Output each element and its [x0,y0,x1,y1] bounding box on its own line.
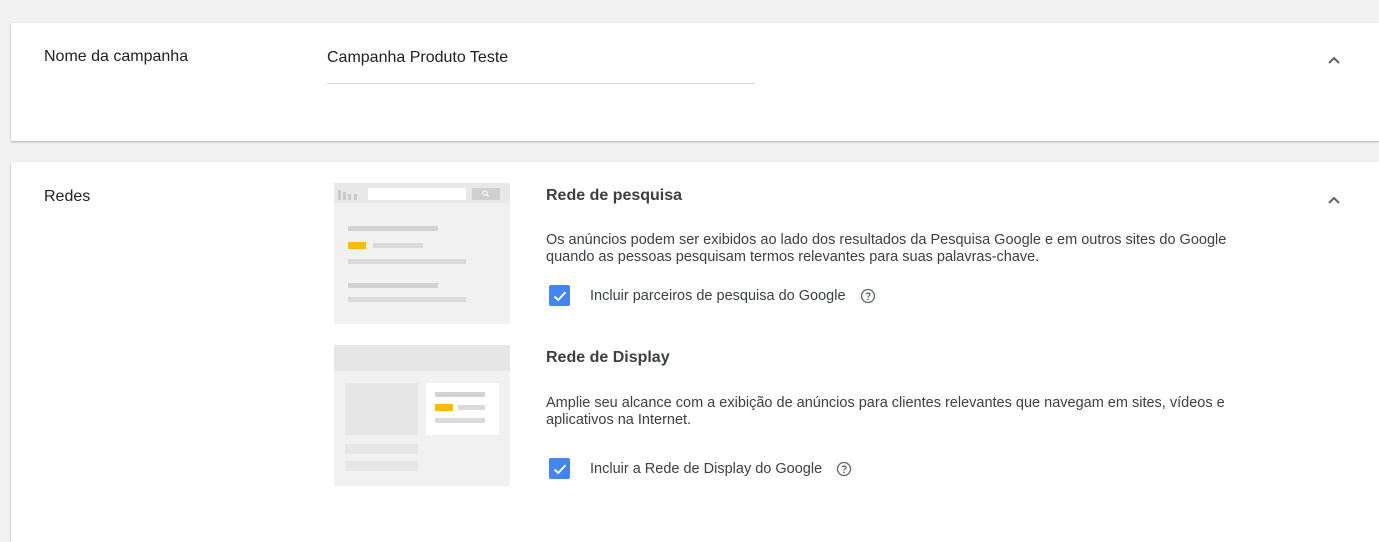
display-network-checkbox[interactable] [549,458,570,479]
networks-card: Redes Rede de pesquisa Os anúncios podem… [11,162,1379,542]
search-network-title: Rede de pesquisa [546,187,683,204]
campaign-name-label: Nome da campanha [44,48,189,65]
help-circle-icon[interactable] [836,461,852,477]
display-network-label: Incluir a Rede de Display do Google [590,460,823,477]
collapse-networks-button[interactable] [1324,190,1344,210]
chevron-up-icon [1328,56,1340,64]
search-network-description: Os anúncios podem ser exibidos ao lado d… [546,232,1227,265]
campaign-name-value: Campanha Produto Teste [327,49,509,66]
display-network-checkbox-row[interactable]: Incluir a Rede de Display do Google [549,458,852,479]
display-network-title: Rede de Display [546,349,670,366]
check-icon [553,291,566,301]
display-network-illustration [334,345,510,486]
search-partners-checkbox[interactable] [549,285,570,306]
search-network-illustration [334,183,510,324]
campaign-name-card: Nome da campanha Campanha Produto Teste [11,23,1379,141]
chevron-up-icon [1328,196,1340,204]
search-partners-checkbox-row[interactable]: Incluir parceiros de pesquisa do Google [549,285,876,306]
networks-label: Redes [44,188,91,205]
help-circle-icon[interactable] [860,288,876,304]
check-icon [553,464,566,474]
display-network-description: Amplie seu alcance com a exibição de anú… [546,395,1225,428]
collapse-campaign-name-button[interactable] [1324,50,1344,70]
search-partners-label: Incluir parceiros de pesquisa do Google [590,287,846,304]
campaign-name-input[interactable]: Campanha Produto Teste [327,49,755,84]
